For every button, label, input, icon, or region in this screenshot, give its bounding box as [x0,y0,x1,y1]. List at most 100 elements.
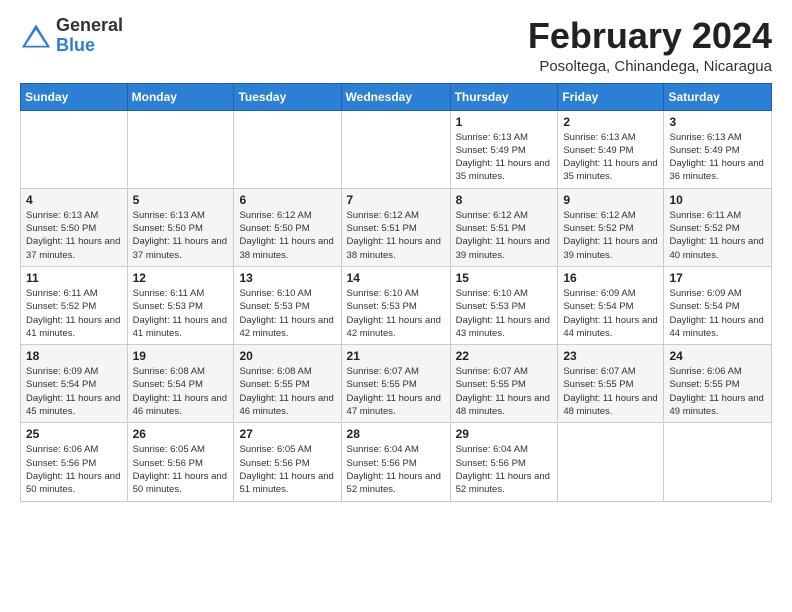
day-number: 17 [669,271,766,285]
calendar-cell: 18Sunrise: 6:09 AM Sunset: 5:54 PM Dayli… [21,345,128,423]
calendar-cell: 6 Sunrise: 6:12 AM Sunset: 5:50 PM Daylig… [234,188,341,266]
day-number: 10 [669,193,766,207]
day-number: 2 [563,115,658,129]
day-info: Sunrise: 6:06 AM Sunset: 5:55 PM Dayligh… [669,365,766,418]
day-number: 13 [239,271,335,285]
day-number: 6 [239,193,335,207]
calendar-cell: 14Sunrise: 6:10 AM Sunset: 5:53 PM Dayli… [341,266,450,344]
calendar-cell: 19Sunrise: 6:08 AM Sunset: 5:54 PM Dayli… [127,345,234,423]
calendar-cell: 28Sunrise: 6:04 AM Sunset: 5:56 PM Dayli… [341,423,450,501]
day-info: Sunrise: 6:12 AM Sunset: 5:52 PM Dayligh… [563,209,658,262]
day-info: Sunrise: 6:08 AM Sunset: 5:55 PM Dayligh… [239,365,335,418]
calendar-cell: 23 Sunrise: 6:07 AM Sunset: 5:55 PM Dayli… [558,345,664,423]
day-number: 15 [456,271,553,285]
day-info: Sunrise: 6:12 AM Sunset: 5:51 PM Dayligh… [347,209,445,262]
day-number: 22 [456,349,553,363]
calendar-cell [664,423,772,501]
calendar-week-row: 11Sunrise: 6:11 AM Sunset: 5:52 PM Dayli… [21,266,772,344]
calendar-cell: 10Sunrise: 6:11 AM Sunset: 5:52 PM Dayli… [664,188,772,266]
day-info: Sunrise: 6:13 AM Sunset: 5:49 PM Dayligh… [669,131,766,184]
calendar-cell: 7 Sunrise: 6:12 AM Sunset: 5:51 PM Daylig… [341,188,450,266]
day-number: 20 [239,349,335,363]
day-info: Sunrise: 6:07 AM Sunset: 5:55 PM Dayligh… [347,365,445,418]
weekday-header-friday: Friday [558,83,664,110]
calendar-cell: 2 Sunrise: 6:13 AM Sunset: 5:49 PM Daylig… [558,110,664,188]
day-number: 25 [26,427,122,441]
calendar-cell: 17 Sunrise: 6:09 AM Sunset: 5:54 PM Dayli… [664,266,772,344]
day-number: 4 [26,193,122,207]
day-info: Sunrise: 6:13 AM Sunset: 5:49 PM Dayligh… [456,131,553,184]
day-number: 27 [239,427,335,441]
logo: General Blue [20,16,123,56]
day-info: Sunrise: 6:11 AM Sunset: 5:52 PM Dayligh… [26,287,122,340]
day-number: 1 [456,115,553,129]
day-info: Sunrise: 6:09 AM Sunset: 5:54 PM Dayligh… [563,287,658,340]
calendar-cell: 21 Sunrise: 6:07 AM Sunset: 5:55 PM Dayli… [341,345,450,423]
day-number: 16 [563,271,658,285]
weekday-header-thursday: Thursday [450,83,558,110]
calendar-cell [234,110,341,188]
weekday-header-row: SundayMondayTuesdayWednesdayThursdayFrid… [21,83,772,110]
weekday-header-monday: Monday [127,83,234,110]
generalblue-logo-icon [20,22,52,50]
calendar-table: SundayMondayTuesdayWednesdayThursdayFrid… [20,83,772,502]
calendar-cell: 26 Sunrise: 6:05 AM Sunset: 5:56 PM Dayli… [127,423,234,501]
weekday-header-wednesday: Wednesday [341,83,450,110]
day-info: Sunrise: 6:11 AM Sunset: 5:53 PM Dayligh… [133,287,229,340]
calendar-cell [341,110,450,188]
calendar-cell: 13 Sunrise: 6:10 AM Sunset: 5:53 PM Dayli… [234,266,341,344]
title-area: February 2024 Posoltega, Chinandega, Nic… [528,16,772,75]
day-info: Sunrise: 6:06 AM Sunset: 5:56 PM Dayligh… [26,443,122,496]
calendar-cell: 24 Sunrise: 6:06 AM Sunset: 5:55 PM Dayli… [664,345,772,423]
location-subtitle: Posoltega, Chinandega, Nicaragua [528,58,772,75]
month-year-title: February 2024 [528,16,772,56]
calendar-cell: 27 Sunrise: 6:05 AM Sunset: 5:56 PM Dayli… [234,423,341,501]
day-info: Sunrise: 6:09 AM Sunset: 5:54 PM Dayligh… [26,365,122,418]
weekday-header-sunday: Sunday [21,83,128,110]
day-number: 24 [669,349,766,363]
calendar-cell: 4 Sunrise: 6:13 AM Sunset: 5:50 PM Daylig… [21,188,128,266]
calendar-cell: 11Sunrise: 6:11 AM Sunset: 5:52 PM Dayli… [21,266,128,344]
day-info: Sunrise: 6:12 AM Sunset: 5:50 PM Dayligh… [239,209,335,262]
calendar-cell: 1 Sunrise: 6:13 AM Sunset: 5:49 PM Daylig… [450,110,558,188]
calendar-cell: 15 Sunrise: 6:10 AM Sunset: 5:53 PM Dayli… [450,266,558,344]
calendar-cell [127,110,234,188]
calendar-cell: 12 Sunrise: 6:11 AM Sunset: 5:53 PM Dayli… [127,266,234,344]
calendar-cell: 8 Sunrise: 6:12 AM Sunset: 5:51 PM Daylig… [450,188,558,266]
day-info: Sunrise: 6:13 AM Sunset: 5:49 PM Dayligh… [563,131,658,184]
day-info: Sunrise: 6:13 AM Sunset: 5:50 PM Dayligh… [133,209,229,262]
calendar-week-row: 1 Sunrise: 6:13 AM Sunset: 5:49 PM Daylig… [21,110,772,188]
calendar-cell: 16 Sunrise: 6:09 AM Sunset: 5:54 PM Dayli… [558,266,664,344]
weekday-header-saturday: Saturday [664,83,772,110]
day-info: Sunrise: 6:07 AM Sunset: 5:55 PM Dayligh… [563,365,658,418]
day-info: Sunrise: 6:12 AM Sunset: 5:51 PM Dayligh… [456,209,553,262]
weekday-header-tuesday: Tuesday [234,83,341,110]
day-number: 23 [563,349,658,363]
calendar-cell: 22Sunrise: 6:07 AM Sunset: 5:55 PM Dayli… [450,345,558,423]
day-info: Sunrise: 6:09 AM Sunset: 5:54 PM Dayligh… [669,287,766,340]
day-number: 7 [347,193,445,207]
logo-blue-text: Blue [56,35,95,55]
day-number: 29 [456,427,553,441]
calendar-cell [558,423,664,501]
calendar-cell: 20 Sunrise: 6:08 AM Sunset: 5:55 PM Dayli… [234,345,341,423]
day-info: Sunrise: 6:05 AM Sunset: 5:56 PM Dayligh… [239,443,335,496]
day-number: 12 [133,271,229,285]
day-number: 8 [456,193,553,207]
day-info: Sunrise: 6:10 AM Sunset: 5:53 PM Dayligh… [456,287,553,340]
calendar-cell [21,110,128,188]
calendar-cell: 9Sunrise: 6:12 AM Sunset: 5:52 PM Daylig… [558,188,664,266]
day-number: 21 [347,349,445,363]
calendar-week-row: 4 Sunrise: 6:13 AM Sunset: 5:50 PM Daylig… [21,188,772,266]
day-info: Sunrise: 6:10 AM Sunset: 5:53 PM Dayligh… [347,287,445,340]
calendar-week-row: 25 Sunrise: 6:06 AM Sunset: 5:56 PM Dayli… [21,423,772,501]
day-info: Sunrise: 6:10 AM Sunset: 5:53 PM Dayligh… [239,287,335,340]
day-number: 5 [133,193,229,207]
day-number: 26 [133,427,229,441]
calendar-cell: 5 Sunrise: 6:13 AM Sunset: 5:50 PM Daylig… [127,188,234,266]
calendar-cell: 3 Sunrise: 6:13 AM Sunset: 5:49 PM Daylig… [664,110,772,188]
day-info: Sunrise: 6:13 AM Sunset: 5:50 PM Dayligh… [26,209,122,262]
day-number: 3 [669,115,766,129]
day-info: Sunrise: 6:05 AM Sunset: 5:56 PM Dayligh… [133,443,229,496]
calendar-cell: 25 Sunrise: 6:06 AM Sunset: 5:56 PM Dayli… [21,423,128,501]
